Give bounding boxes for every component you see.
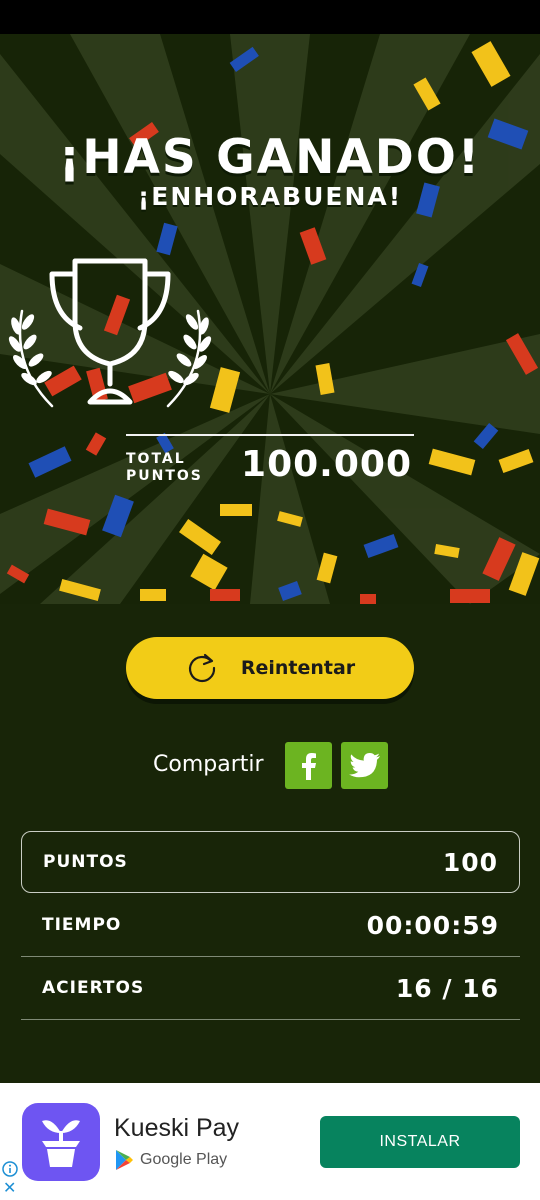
- twitter-share-button[interactable]: [341, 742, 388, 789]
- google-play-icon: [116, 1150, 133, 1170]
- install-button[interactable]: INSTALAR: [320, 1116, 520, 1168]
- total-divider: [126, 434, 414, 436]
- status-bar: [0, 0, 540, 34]
- congrats-subheadline: ¡ENHORABUENA!: [137, 182, 403, 211]
- stat-divider: [21, 1019, 520, 1020]
- stat-row-tiempo: TIEMPO 00:00:59: [21, 894, 520, 956]
- total-points-value: 100.000: [241, 444, 412, 485]
- ad-info-icon[interactable]: [2, 1161, 18, 1177]
- stat-value: 100: [442, 847, 498, 877]
- stat-row-aciertos: ACIERTOS 16 / 16: [21, 957, 520, 1019]
- ad-close-icon[interactable]: ✕: [3, 1181, 16, 1197]
- ad-store-label: Google Play: [140, 1151, 228, 1168]
- app-logo[interactable]: [22, 1103, 100, 1181]
- trophy-icon: [8, 258, 212, 408]
- total-points-label: TOTAL PUNTOS: [126, 451, 226, 485]
- retry-label: Reintentar: [240, 657, 356, 679]
- total-label-line1: TOTAL: [126, 451, 186, 467]
- ad-banner[interactable]: Kueski Pay Google Play INSTALAR ✕: [0, 1083, 540, 1200]
- ad-app-name[interactable]: Kueski Pay: [114, 1114, 239, 1143]
- stat-label: TIEMPO: [42, 915, 122, 935]
- plant-pot-icon: [42, 1120, 80, 1167]
- stat-label: PUNTOS: [43, 852, 128, 872]
- win-headline: ¡HAS GANADO!: [58, 130, 482, 185]
- retry-button[interactable]: Reintentar: [126, 637, 414, 699]
- facebook-icon: [301, 752, 316, 780]
- share-label: Compartir: [153, 752, 264, 777]
- stat-value: 00:00:59: [366, 910, 499, 940]
- stat-value: 16 / 16: [395, 973, 499, 1003]
- stat-label: ACIERTOS: [42, 978, 145, 998]
- twitter-icon: [348, 752, 380, 777]
- total-label-line2: PUNTOS: [126, 468, 203, 484]
- result-banner: ¡HAS GANADO! ¡ENHORABUENA! TOTAL PUNTOS …: [0, 34, 540, 604]
- stat-row-puntos: PUNTOS 100: [21, 831, 520, 893]
- refresh-icon: [188, 653, 215, 683]
- ad-store-badge: Google Play: [114, 1149, 227, 1171]
- facebook-share-button[interactable]: [285, 742, 332, 789]
